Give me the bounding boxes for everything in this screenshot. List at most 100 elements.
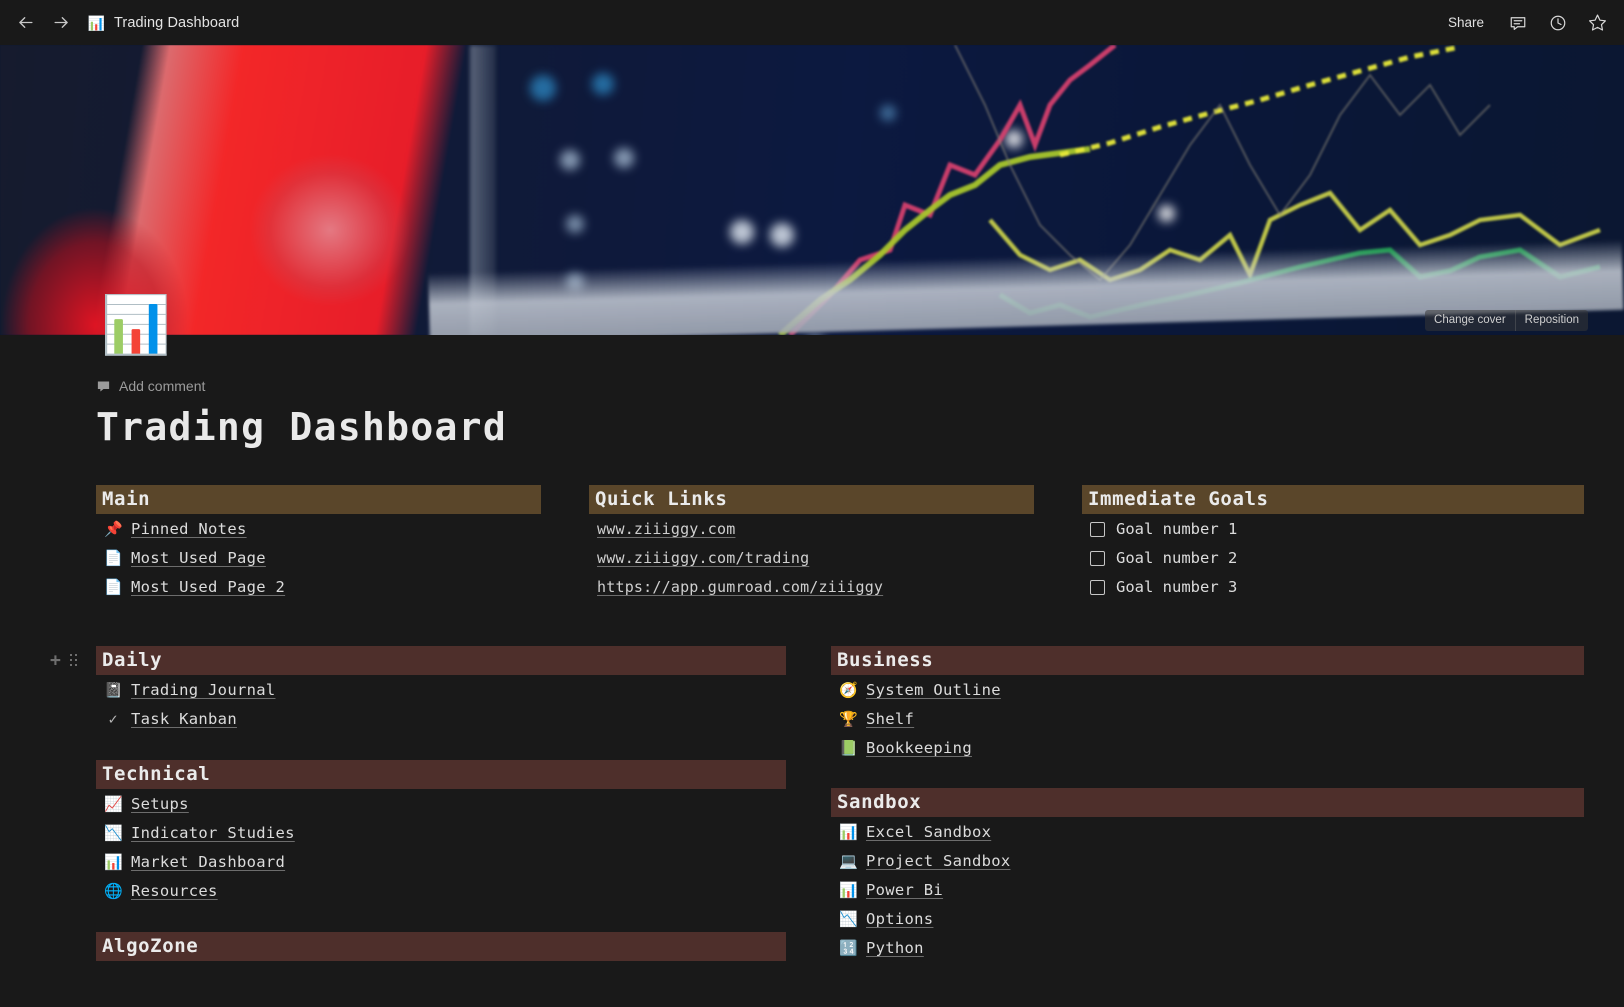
list-item-label: Setups [131, 795, 189, 813]
compass-icon: 🧭 [839, 680, 858, 699]
list-item[interactable]: www.ziiiggy.com [589, 514, 1034, 543]
back-button[interactable] [14, 12, 36, 34]
list-item[interactable]: 💻 Project Sandbox [831, 846, 1584, 875]
column-right: Business 🧭 System Outline 🏆 Shelf 📗 Book… [831, 646, 1584, 962]
page-title[interactable]: Trading Dashboard [96, 405, 1584, 449]
list-item[interactable]: 📗 Bookkeeping [831, 733, 1584, 762]
pushpin-icon: 📌 [104, 519, 123, 538]
todo-item[interactable]: Goal number 3 [1082, 572, 1584, 601]
list-item[interactable]: 📉 Options [831, 904, 1584, 933]
quick-link: https://app.gumroad.com/ziiiggy [597, 578, 884, 596]
section-title: Daily [102, 649, 163, 671]
list-item-label: Resources [131, 882, 218, 900]
list-item[interactable]: 📈 Setups [96, 789, 786, 818]
checkbox-icon[interactable] [1090, 550, 1105, 566]
chart-decreasing-icon: 📉 [839, 909, 858, 928]
list-item-label: Most Used Page [131, 549, 266, 567]
list-item[interactable]: 📊 Excel Sandbox [831, 817, 1584, 846]
add-comment-label: Add comment [119, 378, 206, 394]
section-header-algozone[interactable]: AlgoZone [96, 932, 786, 961]
add-comment-button[interactable]: Add comment [96, 335, 1584, 394]
page-icon: 📄 [104, 548, 123, 567]
list-item-label: Market Dashboard [131, 853, 286, 871]
todo-label: Goal number 1 [1116, 520, 1238, 538]
list-item[interactable]: 📄 Most Used Page [96, 543, 541, 572]
trophy-icon: 🏆 [839, 709, 858, 728]
section-header-technical[interactable]: Technical [96, 760, 786, 789]
quick-link: www.ziiiggy.com [597, 520, 736, 538]
list-item[interactable]: 🌐 Resources [96, 876, 786, 905]
bar-chart-icon: 📊 [87, 14, 106, 31]
page-emoji-icon[interactable]: 📊 [101, 290, 171, 360]
add-block-icon[interactable]: + [50, 651, 61, 670]
list-item[interactable]: 🏆 Shelf [831, 704, 1584, 733]
top-columns: Main 📌 Pinned Notes 📄 Most Used Page 📄 M… [96, 485, 1584, 601]
list-item-label: Options [866, 910, 934, 928]
list-item-label: Power Bi [866, 881, 944, 899]
todo-label: Goal number 3 [1116, 578, 1238, 596]
list-item-label: Most Used Page 2 [131, 578, 286, 596]
green-book-icon: 📗 [839, 738, 858, 757]
section-header-sandbox[interactable]: Sandbox [831, 788, 1584, 817]
comment-icon[interactable] [1507, 12, 1528, 33]
list-item[interactable]: www.ziiiggy.com/trading [589, 543, 1034, 572]
breadcrumb[interactable]: 📊 Trading Dashboard [88, 14, 239, 31]
list-item-label: Bookkeeping [866, 739, 972, 757]
list-item[interactable]: 🔢 Python [831, 933, 1584, 962]
share-button[interactable]: Share [1444, 12, 1488, 33]
todo-label: Goal number 2 [1116, 549, 1238, 567]
list-item-label: Indicator Studies [131, 824, 295, 842]
list-item[interactable]: 📓 Trading Journal [96, 675, 786, 704]
topbar-actions: Share [1444, 12, 1608, 33]
column-immediate-goals: Immediate Goals Goal number 1 Goal numbe… [1082, 485, 1584, 601]
forward-button[interactable] [50, 12, 72, 34]
checkbox-icon[interactable] [1090, 521, 1105, 537]
page-body: 📊 Add comment Trading Dashboard Main 📌 P… [0, 293, 1624, 1007]
list-item-label: Trading Journal [131, 681, 276, 699]
cover-image: Change cover Reposition [0, 45, 1624, 335]
section-header-immediate-goals[interactable]: Immediate Goals [1082, 485, 1584, 514]
drag-handle-icon[interactable] [69, 653, 79, 668]
globe-icon: 🌐 [104, 881, 123, 900]
notebook-icon: 📓 [104, 680, 123, 699]
list-item-label: System Outline [866, 681, 1001, 699]
star-icon[interactable] [1587, 12, 1608, 33]
list-item[interactable]: 🧭 System Outline [831, 675, 1584, 704]
checkbox-icon[interactable] [1090, 579, 1105, 595]
comment-icon [97, 381, 110, 391]
chart-decreasing-icon: 📉 [104, 823, 123, 842]
todo-item[interactable]: Goal number 1 [1082, 514, 1584, 543]
list-item-label: Excel Sandbox [866, 823, 992, 841]
bar-chart-icon: 📊 [839, 822, 858, 841]
laptop-icon: 💻 [839, 851, 858, 870]
navigation-arrows [14, 12, 72, 34]
section-header-business[interactable]: Business [831, 646, 1584, 675]
clock-icon[interactable] [1547, 12, 1568, 33]
list-item[interactable]: 📌 Pinned Notes [96, 514, 541, 543]
section-header-main[interactable]: Main [96, 485, 541, 514]
list-item[interactable]: 📄 Most Used Page 2 [96, 572, 541, 601]
list-item-label: Python [866, 939, 924, 957]
quick-link: www.ziiiggy.com/trading [597, 549, 810, 567]
block-handles: + [50, 651, 79, 670]
bar-chart-icon: 📊 [839, 880, 858, 899]
todo-item[interactable]: Goal number 2 [1082, 543, 1584, 572]
top-bar: 📊 Trading Dashboard Share [0, 0, 1624, 45]
cover-action-buttons: Change cover Reposition [1425, 310, 1588, 331]
reposition-button[interactable]: Reposition [1514, 310, 1588, 331]
section-header-quick-links[interactable]: Quick Links [589, 485, 1034, 514]
list-item-label: Task Kanban [131, 710, 237, 728]
column-main: Main 📌 Pinned Notes 📄 Most Used Page 📄 M… [96, 485, 541, 601]
chart-increasing-icon: 📈 [104, 794, 123, 813]
list-item[interactable]: 📊 Power Bi [831, 875, 1584, 904]
list-item[interactable]: 📊 Market Dashboard [96, 847, 786, 876]
input-numbers-icon: 🔢 [839, 938, 858, 957]
section-header-daily[interactable]: + Daily [50, 646, 786, 675]
change-cover-button[interactable]: Change cover [1425, 310, 1515, 331]
list-item[interactable]: 📉 Indicator Studies [96, 818, 786, 847]
breadcrumb-title: Trading Dashboard [114, 14, 240, 31]
list-item-label: Shelf [866, 710, 915, 728]
check-icon: ✓ [108, 710, 118, 728]
list-item[interactable]: ✓ Task Kanban [96, 704, 786, 733]
list-item[interactable]: https://app.gumroad.com/ziiiggy [589, 572, 1034, 601]
